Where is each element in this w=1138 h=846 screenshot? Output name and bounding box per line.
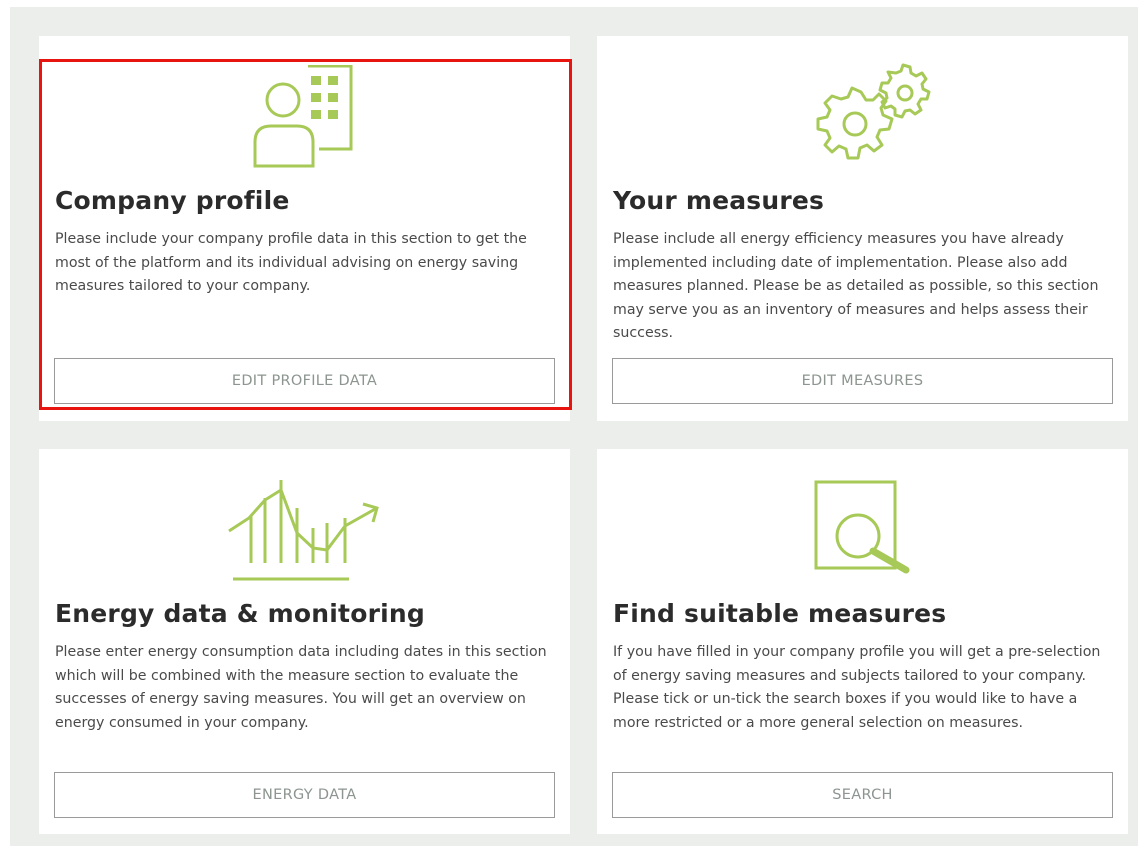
energy-data-button[interactable]: ENERGY DATA [54, 772, 555, 818]
card-title: Company profile [55, 186, 290, 215]
card-title: Find suitable measures [613, 599, 947, 628]
card-title: Energy data & monitoring [55, 599, 425, 628]
card-energy-data: Energy data & monitoring Please enter en… [39, 449, 570, 834]
card-find-measures: Find suitable measures If you have fille… [597, 449, 1128, 834]
card-your-measures: Your measures Please include all energy … [597, 36, 1128, 421]
document-search-icon [814, 480, 910, 574]
edit-measures-button[interactable]: EDIT MEASURES [612, 358, 1113, 404]
card-company-profile: Company profile Please include your comp… [39, 36, 570, 421]
chart-trend-icon [228, 480, 379, 581]
card-description: If you have filled in your company profi… [613, 644, 1101, 731]
company-profile-icon [253, 65, 353, 168]
card-description: Please include all energy efficiency mea… [613, 231, 1099, 341]
card-description: Please enter energy consumption data inc… [55, 644, 547, 731]
search-button[interactable]: SEARCH [612, 772, 1113, 818]
edit-profile-data-button[interactable]: EDIT PROFILE DATA [54, 358, 555, 404]
card-description: Please include your company profile data… [55, 231, 527, 294]
gears-icon [816, 63, 931, 160]
card-title: Your measures [613, 186, 825, 215]
